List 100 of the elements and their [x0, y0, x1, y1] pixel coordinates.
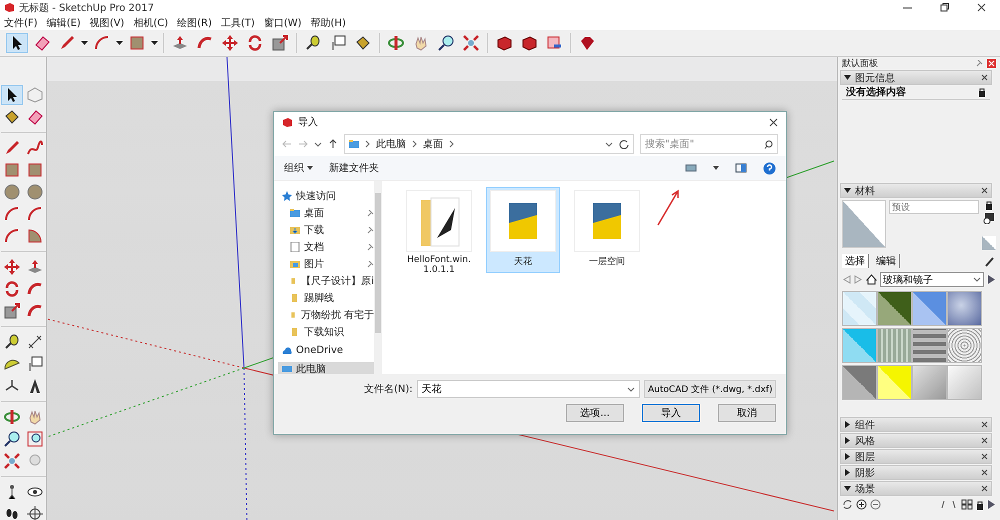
menu-item[interactable]: 工具(T) [220, 16, 255, 30]
breadcrumb-item[interactable]: 桌面 [423, 137, 443, 151]
nav-item[interactable]: OneDrive [278, 345, 374, 356]
file-item[interactable]: 一层空间 [570, 187, 644, 273]
material-swatch[interactable] [877, 365, 912, 400]
eyedropper-icon[interactable] [984, 255, 996, 267]
panel-section-header[interactable]: 材料 [840, 183, 992, 198]
material-swatch[interactable] [842, 328, 877, 363]
dialog-button[interactable]: 导入 [642, 404, 700, 422]
material-swatch[interactable] [877, 291, 912, 326]
pin-icon[interactable] [367, 260, 374, 268]
menu-item[interactable]: 窗口(W) [264, 16, 302, 30]
triangle-down-icon[interactable] [844, 187, 851, 194]
preview-pane-icon[interactable] [735, 163, 747, 173]
dialog-button[interactable]: 取消 [718, 404, 776, 422]
dialog-button[interactable]: 选项... [566, 404, 624, 422]
nav-item[interactable]: 此电脑 [278, 362, 374, 374]
close-icon[interactable] [981, 187, 988, 194]
panel-section-header[interactable]: 阴影 [840, 465, 992, 480]
nav-item[interactable]: 【尺子设计】原i [278, 274, 374, 288]
material-swatch[interactable] [912, 328, 947, 363]
new-folder-button[interactable]: 新建文件夹 [329, 161, 379, 175]
lock-icon[interactable] [978, 87, 986, 97]
triangle-right-icon[interactable] [844, 469, 851, 476]
triangle-right-icon[interactable] [844, 437, 851, 444]
panel-section-header[interactable]: 风格 [840, 433, 992, 448]
material-swatch[interactable] [947, 328, 982, 363]
pin-icon[interactable] [367, 226, 374, 234]
close-icon[interactable] [981, 469, 988, 476]
material-swatch[interactable] [842, 291, 877, 326]
search-field[interactable]: 搜索"桌面" [640, 134, 778, 154]
lock-icon[interactable] [985, 200, 993, 210]
material-swatch[interactable] [842, 365, 877, 400]
refresh-icon[interactable] [842, 499, 853, 510]
menu-item[interactable]: 编辑(E) [46, 16, 81, 30]
file-type-dropdown[interactable]: AutoCAD 文件 (*.dwg, *.dxf) [644, 380, 776, 398]
menu-item[interactable]: 视图(V) [90, 16, 124, 30]
panel-section-header[interactable]: 场景 [840, 481, 992, 496]
nav-item[interactable]: 桌面 [278, 206, 374, 220]
material-swatch[interactable] [912, 291, 947, 326]
pin-icon[interactable] [367, 210, 374, 216]
material-swatch[interactable] [947, 291, 982, 326]
nav-item[interactable]: 文档 [278, 240, 374, 254]
panel-tab[interactable]: 选择 [842, 254, 869, 268]
up-arrow-icon[interactable] [328, 139, 338, 149]
panel-section-header[interactable]: 组件 [840, 417, 992, 432]
nav-item[interactable]: 下载知识 [278, 325, 374, 339]
nav-item[interactable]: 图片 [278, 257, 374, 271]
close-icon[interactable] [977, 3, 986, 12]
close-icon[interactable] [981, 437, 988, 444]
file-item[interactable]: HelloFont.win.1.0.1.1 [402, 187, 476, 280]
menu-item[interactable]: 相机(C) [133, 16, 168, 30]
caret-icon[interactable] [307, 165, 313, 171]
lock-icon[interactable] [976, 500, 984, 510]
file-item[interactable]: 天花 [486, 187, 560, 273]
triangle-right-icon[interactable] [844, 453, 851, 460]
add-material-icon[interactable] [983, 212, 995, 224]
menu-item[interactable]: 文件(F) [4, 16, 38, 30]
close-icon[interactable] [981, 421, 988, 428]
panel-section-header[interactable]: 图层 [840, 449, 992, 464]
refresh-icon[interactable] [619, 139, 629, 149]
organize-button[interactable]: 组织 [284, 161, 313, 175]
filename-field[interactable]: 天花 [416, 380, 640, 398]
close-icon[interactable] [981, 453, 988, 460]
pin-icon[interactable] [367, 244, 374, 250]
triangle-down-icon[interactable] [844, 74, 851, 81]
recent-dropdown-icon[interactable] [314, 142, 322, 146]
triangle-right-icon[interactable] [844, 421, 851, 428]
nav-item[interactable]: 下载 [278, 223, 374, 237]
close-icon[interactable] [769, 118, 778, 126]
panel-section-header[interactable]: 图元信息 [840, 70, 992, 85]
scrollbar[interactable] [374, 181, 382, 374]
material-swatch[interactable] [877, 328, 912, 363]
pin-icon[interactable] [976, 60, 983, 66]
material-name-field[interactable]: 预设 [889, 200, 979, 214]
home-icon[interactable] [866, 274, 877, 285]
triangle-down-icon[interactable] [844, 485, 851, 492]
details-arrow-icon[interactable] [987, 274, 996, 285]
grid-view-icon[interactable] [961, 499, 973, 510]
details-arrow-icon[interactable] [987, 499, 996, 510]
panel-tab[interactable]: 编辑 [873, 254, 900, 268]
material-swatch[interactable] [947, 365, 982, 400]
menu-item[interactable]: 绘图(R) [177, 16, 212, 30]
chevron-down-icon[interactable] [605, 142, 613, 146]
add-circle-icon[interactable] [856, 499, 867, 510]
menu-item[interactable]: 帮助(H) [310, 16, 346, 30]
breadcrumb-item[interactable]: 此电脑 [376, 137, 406, 151]
chevron-down-icon[interactable] [627, 386, 635, 392]
caret-icon[interactable] [713, 165, 719, 171]
nav-item[interactable]: 万物纷扰 有宅于 [278, 308, 374, 322]
help-icon[interactable] [763, 162, 776, 174]
drawing-canvas[interactable]: 导入 此电脑 桌面 搜索"桌面" 组织 新建文件夹 快速访问 桌面 下载 文档 图片 【尺子设计】原i 踢脚线 万物纷扰 有宅于 下载知识 OneDrive 此电脑 HelloFont.win.1.0.1.1 天花 一层空间 文件名(N): 天花 AutoCAD 文件 (*.dwg, *.dxf) 选项... 导入 取消 [47, 57, 837, 520]
restore-icon[interactable] [940, 3, 949, 12]
search-icon[interactable] [764, 140, 773, 148]
nav-item[interactable]: 踢脚线 [278, 291, 374, 305]
close-icon[interactable] [981, 74, 988, 81]
remove-circle-icon[interactable] [870, 499, 881, 510]
view-icon[interactable] [685, 163, 697, 173]
scrollbar-thumb[interactable] [375, 193, 381, 333]
address-bar[interactable]: 此电脑 桌面 [344, 134, 634, 154]
